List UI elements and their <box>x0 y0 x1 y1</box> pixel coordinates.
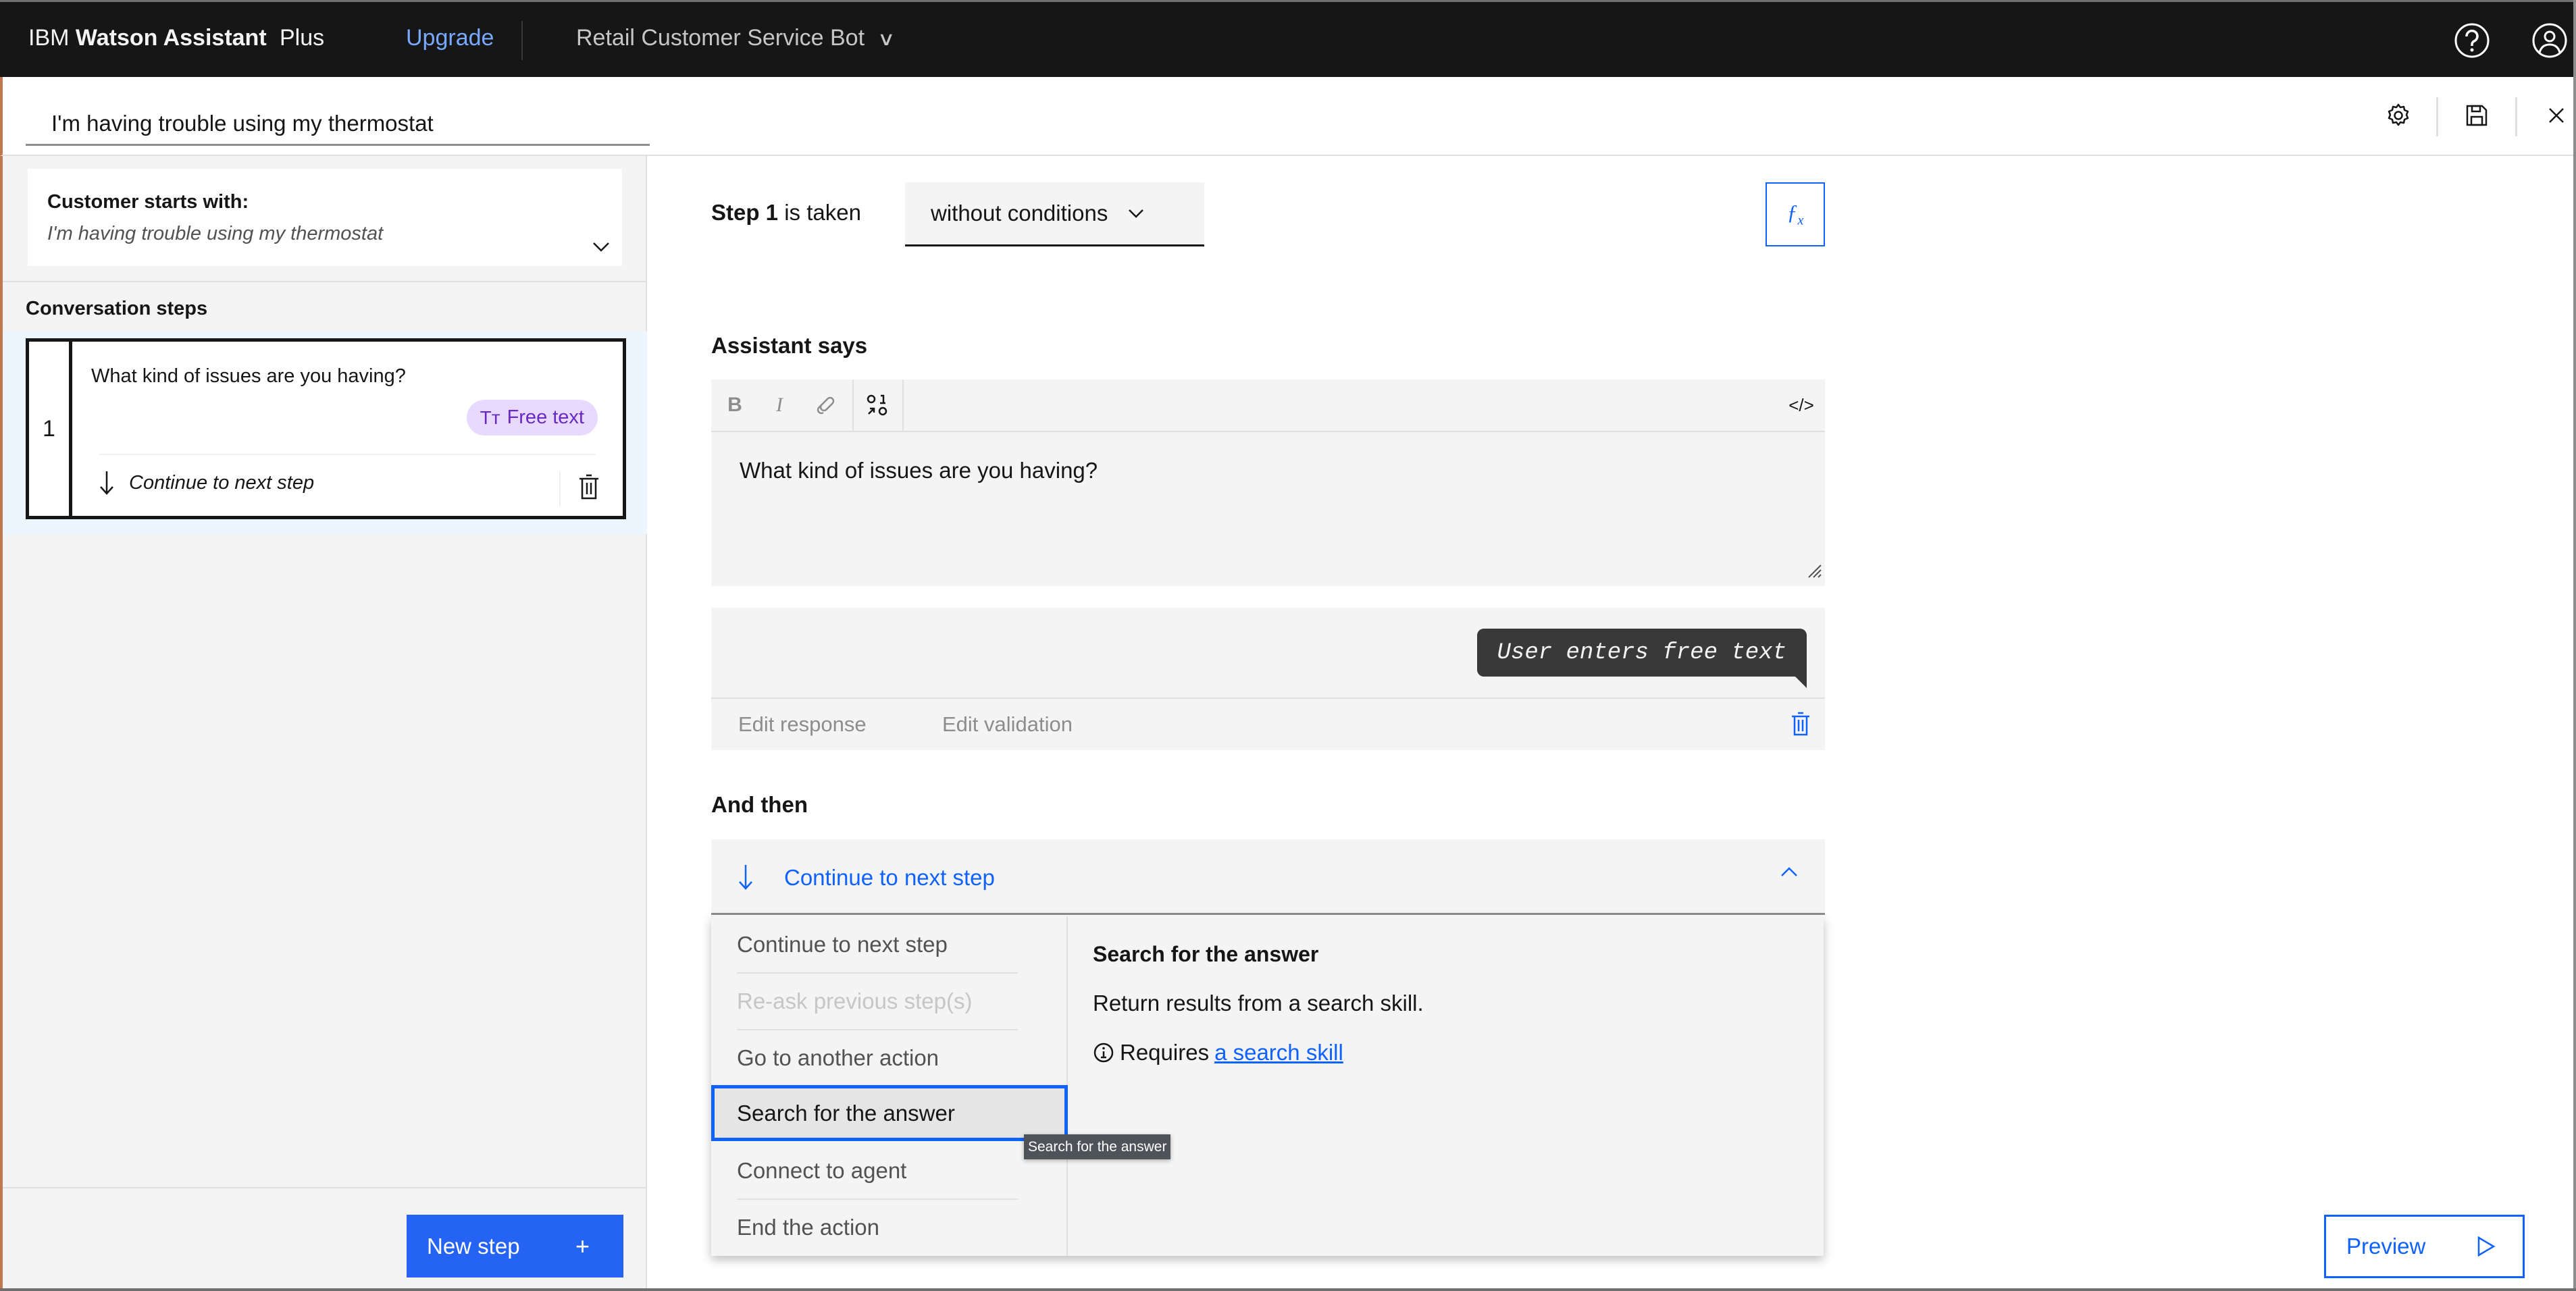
arrow-down-icon <box>738 864 753 894</box>
italic-button[interactable]: I <box>756 379 803 431</box>
settings-icon[interactable] <box>2380 97 2417 134</box>
customer-response-box: User enters free text Edit response Edit… <box>711 608 1825 750</box>
bold-button[interactable]: B <box>711 379 758 431</box>
conversation-steps-heading: Conversation steps <box>26 298 208 319</box>
edit-response-button[interactable]: Edit response <box>738 712 867 737</box>
window-frame <box>2573 0 2576 1291</box>
response-type-tag: Tᴛ Free text <box>466 400 598 436</box>
variable-icon <box>867 394 887 416</box>
step-condition-suffix: is taken <box>784 200 861 225</box>
link-icon <box>817 396 835 415</box>
option-requirement: Requires a search skill <box>1093 1040 1343 1065</box>
search-skill-link[interactable]: a search skill <box>1214 1040 1343 1065</box>
help-icon[interactable] <box>2454 22 2490 59</box>
assistant-message-text: What kind of issues are you having? <box>740 458 1098 483</box>
step-next-action: Continue to next step <box>99 470 314 496</box>
header-divider <box>521 21 523 60</box>
edit-validation-button[interactable]: Edit validation <box>942 712 1073 737</box>
close-icon[interactable] <box>2538 97 2575 134</box>
chevron-down-icon: ∨ <box>877 28 896 49</box>
sidebar-divider <box>3 1187 648 1188</box>
step-card-vdivider <box>559 471 561 506</box>
text-type-icon: Tᴛ <box>480 406 500 428</box>
new-step-button[interactable]: New step + <box>407 1215 623 1277</box>
step-card-divider <box>99 454 596 455</box>
chevron-down-icon[interactable] <box>592 242 610 256</box>
option-detail-title: Search for the answer <box>1093 942 1319 966</box>
step-question: What kind of issues are you having? <box>91 365 406 387</box>
upgrade-link[interactable]: Upgrade <box>406 25 494 51</box>
top-header: IBM Watson Assistant Plus Upgrade Retail… <box>0 0 2576 77</box>
assistant-name: Retail Customer Service Bot <box>576 25 865 51</box>
action-title-input[interactable] <box>26 103 650 146</box>
plan-label: Plus <box>280 25 325 51</box>
step-next-label: Continue to next step <box>129 471 315 494</box>
chevron-up-icon <box>1780 866 1798 880</box>
menu-options: Continue to next step Re-ask previous st… <box>711 916 1068 1256</box>
step-condition-label: Step 1 is taken <box>711 200 861 226</box>
assistant-message-editor[interactable]: What kind of issues are you having? <box>711 432 1825 586</box>
and-then-heading: And then <box>711 792 808 817</box>
and-then-value: Continue to next step <box>784 865 995 890</box>
save-icon[interactable] <box>2458 97 2495 134</box>
assistant-selector[interactable]: Retail Customer Service Bot ∨ <box>576 25 896 51</box>
function-icon: ƒx <box>1786 200 1804 228</box>
bold-icon: B <box>727 394 742 416</box>
condition-value: without conditions <box>931 201 1108 226</box>
customer-starts-label: Customer starts with: <box>47 191 249 213</box>
link-button[interactable] <box>802 379 849 431</box>
response-type-label: Free text <box>507 406 584 428</box>
brand-name: Watson Assistant <box>75 25 267 51</box>
new-step-label: New step <box>427 1233 520 1259</box>
menu-item-search[interactable]: Search for the answer <box>711 1085 1068 1141</box>
menu-item-reask: Re-ask previous step(s) <box>737 988 973 1013</box>
step-number: 1 <box>29 342 72 516</box>
delete-step-icon[interactable] <box>579 474 599 503</box>
assistant-says-heading: Assistant says <box>711 333 868 358</box>
and-then-dropdown[interactable]: Continue to next step <box>711 839 1825 915</box>
menu-item-connect-agent[interactable]: Connect to agent <box>711 1142 1068 1198</box>
response-divider <box>711 697 1825 699</box>
italic-icon: I <box>776 394 783 416</box>
play-icon <box>2477 1236 2496 1257</box>
bubble-tail <box>1795 676 1807 688</box>
customer-starts-card[interactable]: Customer starts with: I'm having trouble… <box>28 169 622 266</box>
window-frame <box>0 1288 2576 1291</box>
insert-variable-button[interactable] <box>854 379 901 431</box>
menu-item-go-to-action[interactable]: Go to another action <box>711 1030 1068 1086</box>
delete-response-icon[interactable] <box>1791 712 1810 739</box>
product-name[interactable]: IBM Watson Assistant <box>28 25 267 51</box>
preview-label: Preview <box>2346 1234 2426 1259</box>
menu-item-end-action[interactable]: End the action <box>711 1199 1068 1255</box>
tooltip: Search for the answer <box>1024 1134 1171 1159</box>
source-code-button[interactable]: </> <box>1778 379 1825 431</box>
plus-icon: + <box>575 1232 590 1260</box>
preview-button[interactable]: Preview <box>2324 1215 2525 1278</box>
action-title-bar <box>0 77 2576 156</box>
arrow-down-icon <box>100 471 113 495</box>
toolbar-divider <box>902 379 904 431</box>
and-then-menu: Continue to next step Re-ask previous st… <box>711 916 1824 1256</box>
info-icon <box>1093 1043 1114 1063</box>
resize-handle-icon[interactable] <box>1806 562 1822 582</box>
menu-item-continue[interactable]: Continue to next step <box>711 916 1068 972</box>
sidebar-divider <box>3 281 650 282</box>
user-response-bubble: User enters free text <box>1476 629 1807 677</box>
brand-prefix: IBM <box>28 25 70 51</box>
toolbar-divider <box>2436 97 2438 136</box>
code-icon: </> <box>1788 394 1814 415</box>
rich-text-toolbar: B I </> <box>711 379 1825 432</box>
step-name: Step 1 <box>711 200 779 225</box>
step-card[interactable]: 1 What kind of issues are you having? Tᴛ… <box>26 338 626 519</box>
customer-starts-value: I'm having trouble using my thermostat <box>47 223 384 244</box>
option-detail-text: Return results from a search skill. <box>1093 991 1424 1016</box>
user-profile-icon[interactable] <box>2531 22 2568 59</box>
requires-label: Requires <box>1120 1040 1210 1065</box>
step-editor: Step 1 is taken without conditions ƒx As… <box>647 156 2576 1291</box>
steps-sidebar: Customer starts with: I'm having trouble… <box>0 156 650 1291</box>
toolbar-divider <box>2515 97 2517 136</box>
condition-dropdown[interactable]: without conditions <box>905 182 1204 246</box>
chevron-down-icon <box>1129 209 1144 218</box>
function-button[interactable]: ƒx <box>1766 182 1825 246</box>
